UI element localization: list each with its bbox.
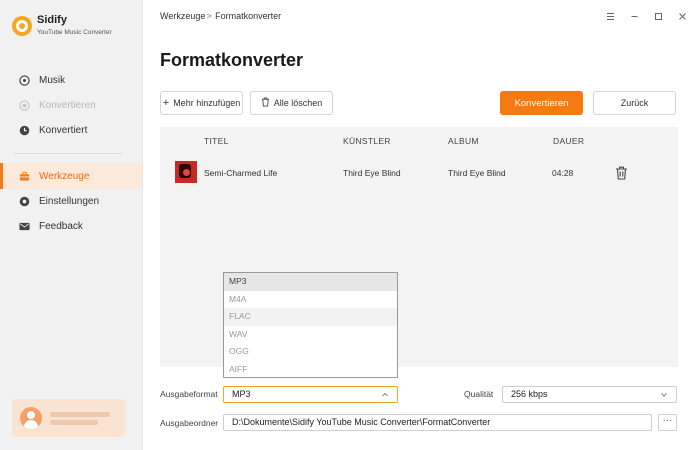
output-folder-label: Ausgabeordner [160,418,219,428]
clear-all-button[interactable]: Alle löschen [250,91,333,115]
breadcrumb: Werkzeuge> Formatkonverter [160,11,281,21]
convert-button[interactable]: Konvertieren [500,91,583,115]
delete-track-icon[interactable] [615,166,629,180]
track-title: Semi-Charmed Life [204,168,278,178]
format-option-m4a[interactable]: M4A [224,291,397,309]
table-row[interactable]: Semi-Charmed Life Third Eye Blind Third … [160,159,678,189]
sidebar: Sidify YouTube Music Converter Musik Kon… [0,0,143,450]
format-option-aiff[interactable]: AIFF [224,361,397,379]
add-more-button[interactable]: + Mehr hinzufügen [160,91,243,115]
sidebar-item-label: Einstellungen [39,195,100,207]
sidebar-item-musik[interactable]: Musik [0,67,142,93]
chevron-up-icon [381,387,389,407]
sidebar-item-einstellungen[interactable]: Einstellungen [0,188,142,214]
column-header-artist[interactable]: KÜNSTLER [343,136,391,146]
breadcrumb-parent[interactable]: Werkzeuge [160,11,205,21]
add-more-label: Mehr hinzufügen [173,98,241,108]
sidebar-item-label: Konvertiert [39,124,88,136]
user-account-card[interactable] [12,399,125,437]
breadcrumb-current: Formatkonverter [215,11,282,21]
quality-select[interactable]: 256 kbps [502,386,677,403]
brand: Sidify YouTube Music Converter [12,14,112,38]
format-option-ogg[interactable]: OGG [224,343,397,361]
plus-icon: + [162,97,170,109]
breadcrumb-separator: > [206,11,212,21]
format-option-mp3[interactable]: MP3 [224,273,397,291]
sidebar-item-konvertieren[interactable]: Konvertieren [0,92,142,118]
output-folder-field[interactable]: D:\Dokumente\Sidify YouTube Music Conver… [223,414,652,431]
avatar [20,407,42,429]
page-title: Formatkonverter [160,50,304,70]
format-option-wav[interactable]: WAV [224,326,397,344]
music-icon [19,74,30,86]
sidebar-divider [14,153,122,154]
sidebar-item-feedback[interactable]: Feedback [0,213,142,239]
album-cover [175,161,197,183]
sidebar-item-konvertiert[interactable]: Konvertiert [0,117,142,143]
column-header-title[interactable]: TITEL [204,136,229,146]
output-format-select[interactable]: MP3 [223,386,398,403]
quality-label: Qualität [464,389,494,399]
format-dropdown-list: MP3 M4A FLAC WAV OGG AIFF [223,272,398,378]
sidify-logo-icon [12,16,32,36]
gear-icon [19,196,30,207]
sidebar-item-werkzeuge[interactable]: Werkzeuge [0,163,142,189]
track-artist: Third Eye Blind [343,168,401,178]
sidebar-item-label: Feedback [39,220,83,232]
quality-value: 256 kbps [511,389,548,399]
mail-icon [19,221,30,232]
output-format-value: MP3 [232,389,251,399]
maximize-icon[interactable] [646,8,670,24]
toolbox-icon [19,171,30,182]
app-subtitle: YouTube Music Converter [37,29,112,36]
window-controls [598,8,694,24]
sidebar-item-label: Konvertieren [39,99,96,111]
chevron-down-icon [660,387,668,407]
convert-icon [19,99,30,111]
back-button[interactable]: Zurück [593,91,676,115]
sidebar-item-label: Werkzeuge [39,170,90,182]
clock-icon [19,125,30,136]
user-info-blurred [50,409,110,428]
close-icon[interactable] [670,8,694,24]
format-option-flac[interactable]: FLAC [224,308,397,326]
trash-icon [261,97,270,110]
clear-all-label: Alle löschen [273,98,323,108]
menu-icon[interactable] [598,8,622,24]
track-duration: 04:28 [552,168,574,178]
column-header-duration[interactable]: DAUER [553,136,584,146]
track-album: Third Eye Blind [448,168,506,178]
sidebar-item-label: Musik [39,74,66,86]
minimize-icon[interactable] [622,8,646,24]
column-header-album[interactable]: ALBUM [448,136,479,146]
app-name: Sidify [37,14,67,26]
browse-folder-button[interactable]: ··· [658,414,677,431]
output-format-label: Ausgabeformat [160,389,218,399]
